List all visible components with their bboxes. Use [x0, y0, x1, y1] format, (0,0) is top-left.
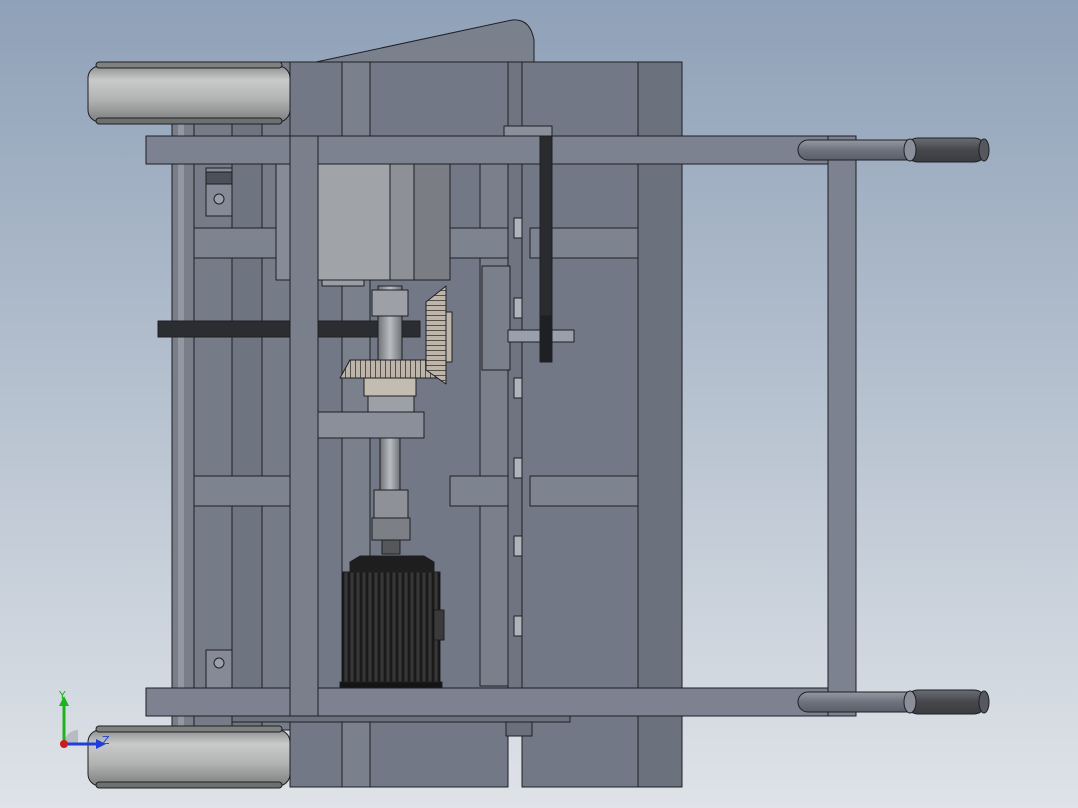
bottom-plate-strip [231, 715, 571, 723]
handle-bottom[interactable] [797, 689, 990, 715]
y-axis-label: Y [58, 689, 66, 702]
bevel-gear-vertical-hub [445, 311, 453, 363]
gearbox-flange [321, 279, 365, 287]
cross-member-center-upper [449, 227, 509, 259]
bevel-gear-hub [363, 377, 417, 397]
frame-post-right [827, 135, 857, 717]
cad-viewport[interactable]: Y Z [0, 0, 1078, 808]
coupling-lower [373, 489, 409, 519]
bearing-collar [367, 395, 415, 413]
electric-motor [339, 555, 445, 689]
sprocket-plate [539, 315, 553, 363]
cross-member-center-mid [449, 475, 509, 507]
drive-shaft-lower [379, 437, 401, 495]
clamp-bar-right [317, 320, 421, 338]
cad-drawing: Y Z [0, 0, 1078, 808]
rail-slot-5 [513, 535, 523, 557]
bracket-upper-dark [205, 171, 233, 185]
housing-rib-2 [637, 61, 683, 788]
rail-slot-4 [513, 457, 523, 479]
handle-grip-bottom[interactable] [905, 689, 987, 715]
z-axis-label: Z [102, 734, 110, 747]
cross-member-right-mid [529, 475, 639, 507]
handle-grip-top[interactable] [905, 137, 987, 163]
bracket-bolt-upper [213, 193, 225, 205]
bevel-gear-vertical [425, 285, 447, 385]
x-axis-dot [60, 740, 68, 748]
frame-post-left [289, 135, 319, 717]
rail-slot-2 [513, 297, 523, 319]
coupling-lower-2 [371, 517, 411, 541]
sprocket-hub [481, 265, 511, 371]
chain-tensioner-top [503, 125, 553, 137]
gearbox-cover [413, 163, 451, 281]
clamp-bar [157, 320, 291, 338]
wheel-bottom [87, 725, 291, 789]
rail-slot-1 [513, 217, 523, 239]
frame-bar-bottom [145, 687, 857, 717]
rail-slot-3 [513, 377, 523, 399]
gearbox-left-shield [275, 163, 291, 281]
bracket-bolt-lower [213, 657, 225, 669]
wheel-top [87, 61, 291, 125]
bearing-block [317, 411, 425, 439]
rail-slot-6 [513, 615, 523, 637]
cross-member-mid [193, 475, 291, 507]
gearbox-side [389, 163, 415, 281]
frame-bar-top [145, 135, 857, 165]
bracket-lower [205, 649, 233, 689]
coupling-upper [371, 289, 409, 317]
motor-shaft-neck [381, 539, 401, 555]
handle-top[interactable] [797, 137, 990, 163]
bevel-gear-horizontal [339, 359, 441, 379]
